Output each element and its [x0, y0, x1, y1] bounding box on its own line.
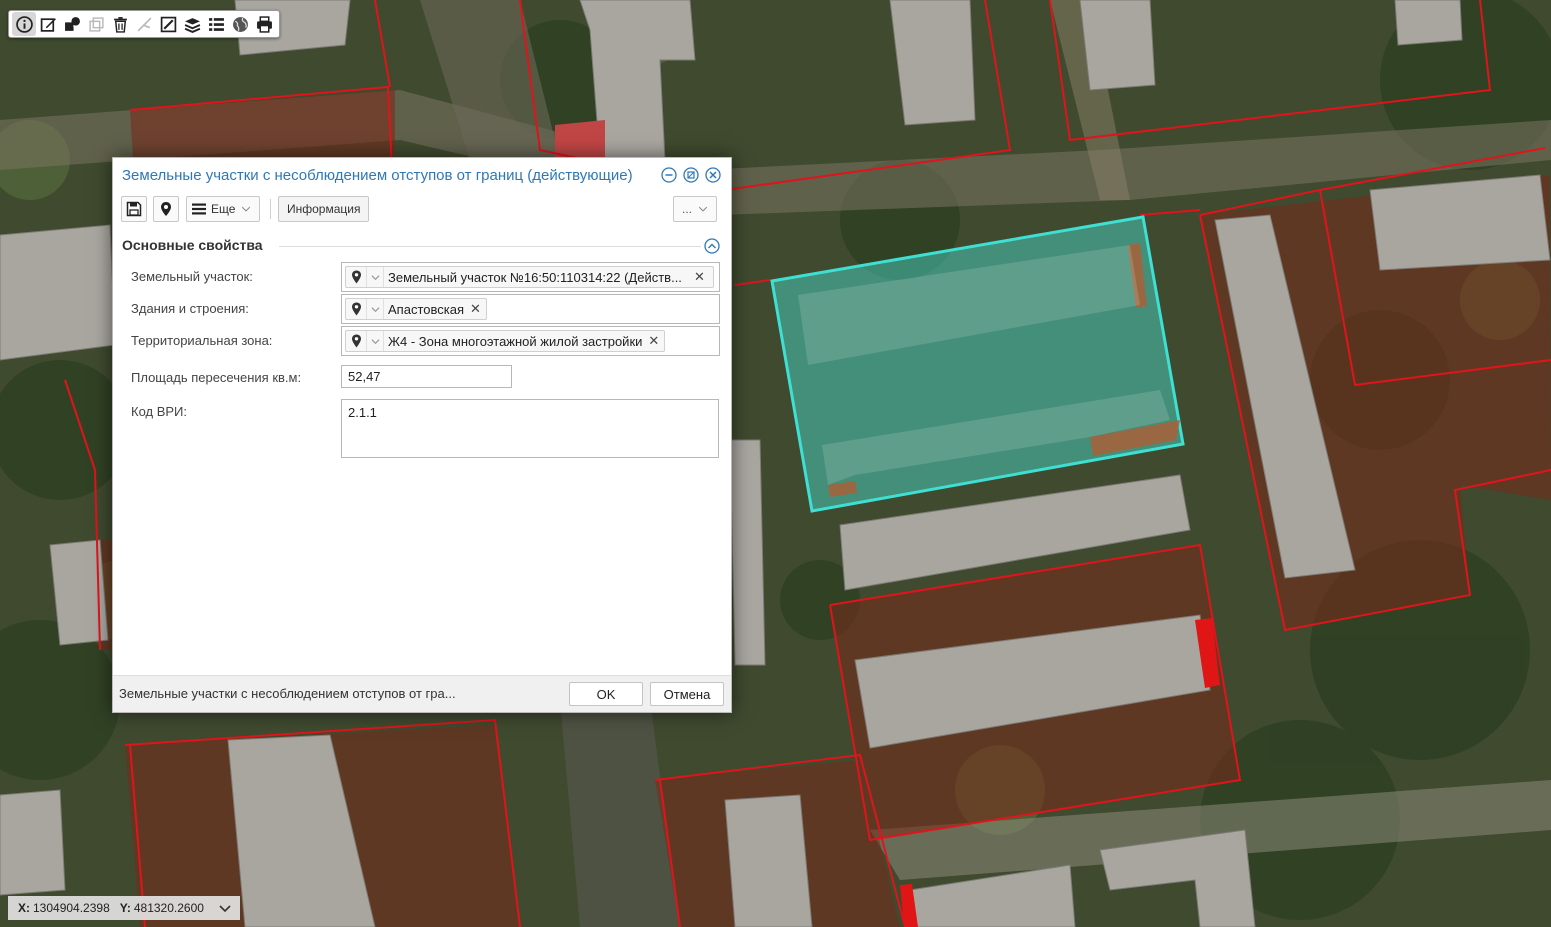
- land-plot-tag[interactable]: Земельный участок №16:50:110314:22 (Дейс…: [345, 266, 714, 288]
- x-value: 1304904.2398: [33, 901, 110, 915]
- zone-locate[interactable]: [346, 331, 367, 351]
- chevron-down-icon: [370, 338, 380, 344]
- collapse-section-icon[interactable]: [704, 238, 720, 254]
- land-plot-label: Земельный участок:: [131, 269, 253, 284]
- remove-tag-icon[interactable]: ✕: [646, 333, 664, 349]
- remove-tag-icon[interactable]: ✕: [692, 269, 710, 285]
- measure-icon: [137, 17, 151, 31]
- buildings-tag[interactable]: Апастовская ✕: [345, 298, 487, 320]
- chevron-down-icon: [698, 206, 708, 212]
- buildings-value: Апастовская: [388, 301, 464, 317]
- dialog-status-text: Земельные участки с несоблюдением отступ…: [119, 686, 456, 701]
- menu-icon: [192, 203, 206, 215]
- land-plot-dropdown[interactable]: [367, 267, 384, 287]
- dialog-titlebar[interactable]: Земельные участки с несоблюдением отступ…: [113, 158, 731, 192]
- x-label: X:: [18, 901, 30, 915]
- zone-label: Территориальная зона:: [131, 333, 273, 348]
- map-pin-icon: [351, 302, 361, 316]
- ok-button[interactable]: OK: [569, 682, 643, 706]
- close-button[interactable]: [705, 167, 721, 183]
- print-icon: [256, 15, 272, 33]
- chevron-down-icon: [242, 206, 251, 212]
- copy-icon: [88, 16, 104, 32]
- edit-icon: [40, 17, 56, 32]
- save-icon: [126, 201, 142, 217]
- delete-tool-button[interactable]: [108, 12, 132, 36]
- select-objects-tool-button[interactable]: [60, 12, 84, 36]
- cancel-button[interactable]: Отмена: [650, 682, 724, 706]
- map-pin-icon: [351, 334, 361, 348]
- more-dropdown-button[interactable]: Еще: [186, 196, 260, 222]
- vri-label: Код ВРИ:: [131, 404, 188, 419]
- globe-icon: [232, 16, 248, 32]
- chevron-down-icon: [370, 274, 380, 280]
- map-toolbar: [8, 10, 280, 38]
- dialog-title: Земельные участки с несоблюдением отступ…: [122, 167, 633, 184]
- locate-on-map-button[interactable]: [153, 196, 179, 222]
- map-pin-icon: [351, 270, 361, 284]
- draw-tool-button[interactable]: [156, 12, 180, 36]
- area-label: Площадь пересечения кв.м:: [131, 370, 302, 385]
- vri-textarea[interactable]: 2.1.1: [341, 399, 719, 458]
- layers-tool-button[interactable]: [180, 12, 204, 36]
- y-label: Y:: [119, 901, 131, 915]
- globe-tool-button[interactable]: [228, 12, 252, 36]
- print-tool-button[interactable]: [252, 12, 276, 36]
- save-button[interactable]: [121, 196, 147, 222]
- minimize-button[interactable]: [661, 167, 677, 183]
- list-tool-button[interactable]: [204, 12, 228, 36]
- dialog-toolbar: Еще Информация ...: [113, 192, 731, 226]
- coordinates-bar[interactable]: X: 1304904.2398 Y: 481320.2600: [8, 896, 240, 920]
- extra-actions-dropdown[interactable]: ...: [673, 196, 717, 222]
- zone-dropdown[interactable]: [367, 331, 384, 351]
- buildings-label: Здания и строения:: [131, 301, 249, 316]
- toolbar-divider: [270, 199, 271, 219]
- dots-label: ...: [681, 202, 692, 216]
- section-title: Основные свойства: [122, 237, 263, 253]
- info-tool-button[interactable]: [12, 12, 36, 36]
- zone-value: Ж4 - Зона многоэтажной жилой застройки: [388, 333, 643, 349]
- area-input[interactable]: 52,47: [341, 365, 512, 388]
- buildings-field[interactable]: Апастовская ✕: [341, 294, 720, 324]
- chevron-down-icon: [370, 306, 380, 312]
- chevron-down-icon[interactable]: [218, 901, 232, 915]
- zone-field[interactable]: Ж4 - Зона многоэтажной жилой застройки ✕: [341, 326, 720, 356]
- remove-tag-icon[interactable]: ✕: [468, 301, 486, 317]
- copy-tool-button[interactable]: [84, 12, 108, 36]
- maximize-icon: [683, 167, 699, 183]
- layers-icon: [184, 17, 200, 33]
- select-objects-icon: [64, 16, 81, 33]
- trash-icon: [113, 16, 127, 33]
- y-value: 481320.2600: [133, 901, 204, 915]
- land-plot-field[interactable]: Земельный участок №16:50:110314:22 (Дейс…: [341, 262, 720, 292]
- minimize-icon: [661, 167, 677, 183]
- maximize-button[interactable]: [683, 167, 699, 183]
- buildings-locate[interactable]: [346, 299, 367, 319]
- list-icon: [208, 17, 224, 31]
- draw-icon: [160, 16, 176, 32]
- measure-tool-button[interactable]: [132, 12, 156, 36]
- close-icon: [705, 167, 721, 183]
- land-plot-locate[interactable]: [346, 267, 367, 287]
- information-button[interactable]: Информация: [278, 196, 370, 222]
- buildings-dropdown[interactable]: [367, 299, 384, 319]
- feature-dialog: Земельные участки с несоблюдением отступ…: [112, 157, 732, 713]
- map-pin-icon: [161, 202, 171, 216]
- dialog-footer: Земельные участки с несоблюдением отступ…: [113, 675, 731, 712]
- more-label: Еще: [211, 202, 236, 216]
- section-divider: [279, 246, 701, 247]
- land-plot-value: Земельный участок №16:50:110314:22 (Дейс…: [388, 269, 682, 285]
- zone-tag[interactable]: Ж4 - Зона многоэтажной жилой застройки ✕: [345, 330, 666, 352]
- info-icon: [15, 15, 33, 33]
- edit-tool-button[interactable]: [36, 12, 60, 36]
